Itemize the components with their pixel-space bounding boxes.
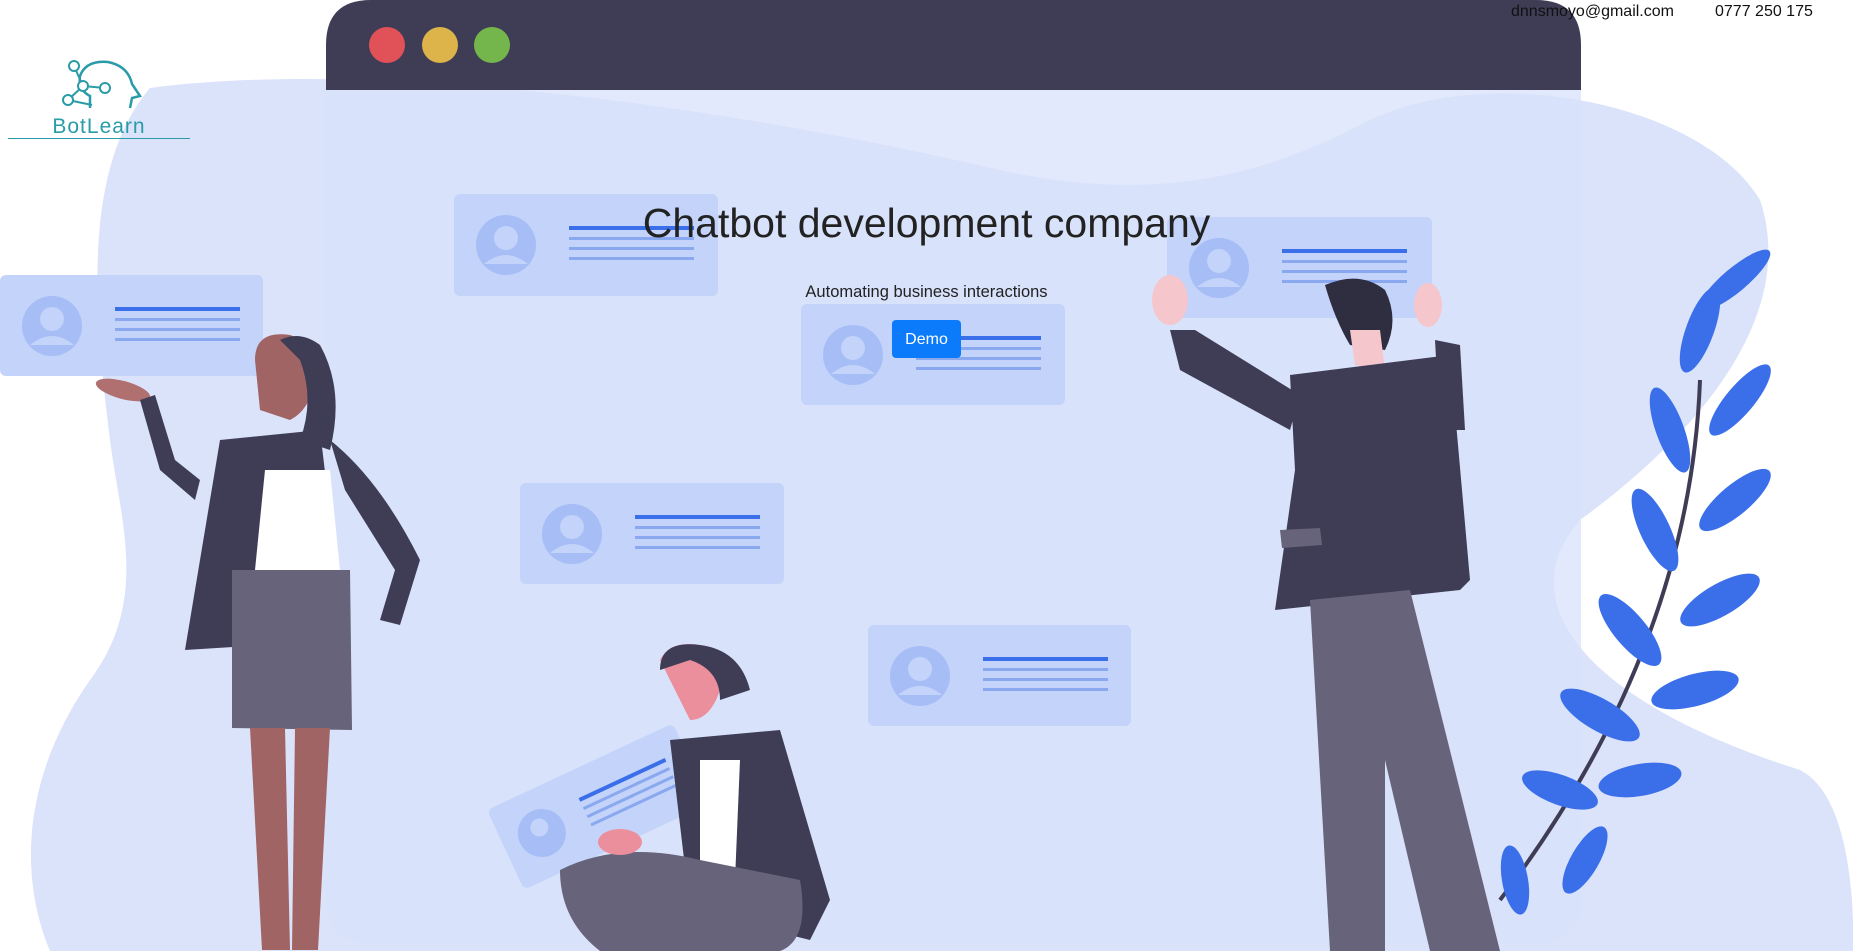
contact-email[interactable]: dnnsmoyo@gmail.com — [1511, 3, 1674, 21]
window-minimize-dot — [422, 27, 458, 63]
browser-bar — [326, 0, 1581, 90]
brand-name: BotLearn — [52, 115, 146, 138]
window-close-dot — [369, 27, 405, 63]
window-maximize-dot — [474, 27, 510, 63]
brand-logo[interactable]: BotLearn — [8, 58, 190, 144]
demo-button[interactable]: Demo — [892, 320, 961, 358]
profile-card — [520, 483, 784, 584]
brain-network-icon — [62, 60, 143, 109]
page-title: Chatbot development company — [642, 200, 1211, 246]
contact-phone[interactable]: 0777 250 175 — [1715, 3, 1813, 21]
brand-underline — [8, 138, 190, 139]
hero-illustration — [0, 0, 1853, 951]
page-subtitle: Automating business interactions — [805, 283, 1048, 301]
profile-card — [868, 625, 1131, 726]
